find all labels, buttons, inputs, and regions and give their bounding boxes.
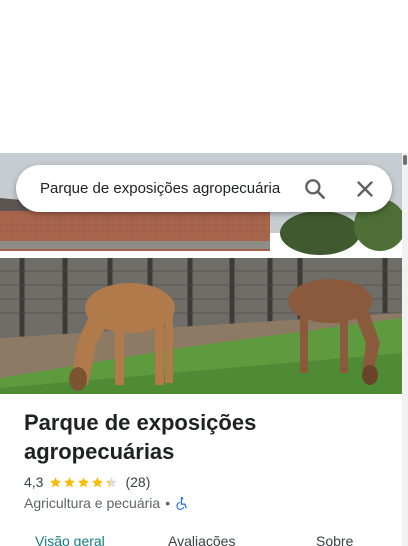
star-icon: [64, 476, 76, 487]
tab-overview[interactable]: Visão geral: [35, 533, 105, 546]
close-icon[interactable]: [352, 176, 378, 202]
category-row: Agricultura e pecuária •: [24, 494, 189, 512]
scrollbar-thumb[interactable]: [403, 155, 407, 165]
scrollbar[interactable]: [402, 153, 408, 546]
place-category: Agricultura e pecuária: [24, 495, 161, 511]
tab-about[interactable]: Sobre: [316, 533, 353, 546]
rating-row[interactable]: 4,3 (28): [24, 473, 150, 491]
search-icon[interactable]: [302, 176, 328, 202]
place-tabs: Visão geral Avaliações Sobre: [0, 530, 402, 546]
rating-stars: [49, 476, 119, 489]
star-icon: [78, 476, 90, 487]
star-icon: [92, 476, 104, 487]
review-count[interactable]: (28): [125, 474, 150, 490]
rating-value: 4,3: [24, 474, 44, 490]
place-title: Parque de exposições agropecuárias: [24, 410, 257, 464]
search-input[interactable]: Parque de exposições agropecuária: [40, 165, 302, 212]
search-box[interactable]: Parque de exposições agropecuária: [16, 165, 392, 212]
separator: •: [165, 495, 171, 511]
tab-reviews[interactable]: Avaliações: [168, 533, 235, 546]
star-icon: [106, 476, 118, 487]
star-icon: [50, 476, 62, 487]
wheelchair-icon: [175, 496, 189, 510]
